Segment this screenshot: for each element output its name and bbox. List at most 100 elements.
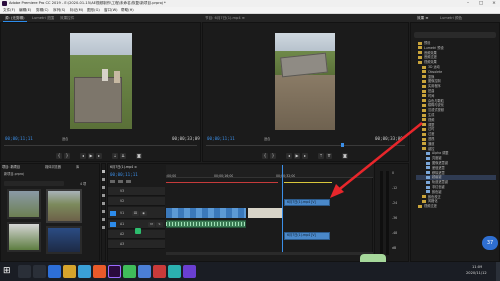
folder-icon: [418, 55, 422, 59]
timeline-playhead[interactable]: [282, 165, 283, 255]
type-tool-icon[interactable]: [102, 226, 105, 229]
project-name: 新项目.prproj: [4, 172, 25, 176]
close-button[interactable]: ×: [488, 0, 500, 7]
menu-help[interactable]: 帮助(H): [121, 8, 134, 13]
app-icon[interactable]: [78, 265, 91, 278]
source-video-frame[interactable]: [70, 33, 132, 129]
project-thumbnail[interactable]: [7, 189, 41, 219]
show-desktop-button[interactable]: [496, 262, 500, 281]
linked-selection-icon[interactable]: [118, 180, 123, 183]
effect-item-label: 调整: [428, 122, 435, 127]
effect-item-label: 差值遮罩: [432, 165, 445, 170]
slip-tool-icon[interactable]: [102, 202, 105, 205]
folder-icon: [422, 199, 426, 203]
file-explorer-icon[interactable]: [63, 265, 76, 278]
tab-program-monitor[interactable]: 节目: 6月7日(1).mp4 ≡: [203, 14, 247, 22]
project-thumbnail[interactable]: [7, 222, 41, 252]
tab-libraries[interactable]: 库: [76, 165, 79, 169]
app-icon[interactable]: [183, 265, 196, 278]
effect-item-label: 移除遮罩: [432, 170, 445, 175]
windows-start-icon[interactable]: ⊞: [3, 265, 16, 278]
source-fit-select[interactable]: 适合: [62, 137, 68, 141]
program-video-frame[interactable]: [275, 33, 335, 130]
snap-icon[interactable]: [110, 180, 115, 183]
tab-media-browser[interactable]: 媒体浏览器: [45, 165, 61, 169]
tab-lumetri-scopes[interactable]: Lumetri 范围: [30, 14, 56, 22]
step-back-button[interactable]: ◂: [80, 153, 86, 159]
step-forward-button[interactable]: ▸: [96, 153, 102, 159]
menu-clip[interactable]: 剪辑(C): [36, 8, 49, 13]
maximize-button[interactable]: □: [475, 0, 487, 7]
tab-lumetri-color[interactable]: Lumetri 颜色: [438, 14, 464, 22]
insert-button[interactable]: ⇣: [112, 153, 118, 159]
hand-tool-icon[interactable]: [102, 218, 105, 221]
effect-item-label: 非红色键: [432, 185, 445, 189]
tab-effects[interactable]: 效果 ≡: [415, 14, 430, 22]
lift-button[interactable]: ⇡: [318, 153, 324, 159]
project-thumbnail-selected[interactable]: [46, 189, 82, 223]
track-header-a3: [108, 240, 165, 249]
task-view-icon[interactable]: [33, 265, 46, 278]
menu-graphics[interactable]: 图形(G): [87, 8, 100, 13]
mute-button[interactable]: M: [148, 222, 155, 227]
app-icon[interactable]: [168, 265, 181, 278]
overwrite-button[interactable]: ⇊: [120, 153, 126, 159]
pen-tool-icon[interactable]: [102, 210, 105, 213]
tab-effect-controls[interactable]: 效果控件: [58, 14, 76, 22]
source-patch-v1[interactable]: [110, 211, 116, 216]
menu-window[interactable]: 窗口(W): [104, 8, 118, 13]
mark-in-button[interactable]: {: [262, 153, 268, 159]
ripple-edit-tool-icon[interactable]: [102, 186, 105, 189]
add-marker-icon[interactable]: [126, 180, 131, 183]
timeline-scrollbar[interactable]: [166, 252, 373, 255]
effect-item-label: 图像遮罩键: [432, 161, 448, 165]
menu-file[interactable]: 文件(F): [3, 8, 15, 13]
source-patch-a1[interactable]: [110, 222, 116, 227]
video-clip-light[interactable]: [248, 208, 282, 218]
app-icon[interactable]: [153, 265, 166, 278]
clock-time[interactable]: 11:09: [472, 265, 482, 269]
step-forward-button[interactable]: ▸: [302, 153, 308, 159]
app-icon[interactable]: [93, 265, 106, 278]
menu-sequence[interactable]: 序列(S): [53, 8, 65, 13]
play-button[interactable]: ▶: [294, 153, 300, 159]
solo-button[interactable]: S: [156, 222, 163, 227]
app-icon[interactable]: [138, 265, 151, 278]
menu-marker[interactable]: 标记(M): [70, 8, 83, 13]
search-icon[interactable]: [18, 265, 31, 278]
folder-icon: [422, 75, 426, 79]
toggle-output-button[interactable]: ◉: [140, 211, 147, 216]
export-frame-button[interactable]: ◙: [136, 153, 142, 159]
step-back-button[interactable]: ◂: [286, 153, 292, 159]
project-thumbnail[interactable]: [46, 226, 82, 254]
work-area-bar[interactable]: [166, 182, 278, 183]
effect-item-label: 视频效果: [424, 60, 437, 65]
minimize-button[interactable]: –: [462, 0, 474, 7]
razor-tool-icon[interactable]: [102, 194, 105, 197]
source-scrubber[interactable]: [4, 145, 197, 146]
toggle-sync-lock-button[interactable]: ⌧: [132, 211, 139, 216]
timeline-timecode: 00;00;11;11: [110, 172, 138, 177]
premiere-taskbar-icon[interactable]: [108, 265, 121, 278]
play-button[interactable]: ▶: [88, 153, 94, 159]
mark-in-button[interactable]: {: [56, 153, 62, 159]
track-select-tool-icon[interactable]: [102, 178, 105, 181]
ruler-label: 00;00;32;00: [276, 174, 296, 178]
effect-item[interactable]: 视频过渡: [416, 204, 496, 209]
wechat-icon[interactable]: [123, 265, 136, 278]
menu-edit[interactable]: 编辑(E): [19, 8, 31, 13]
browser-icon[interactable]: [48, 265, 61, 278]
track-mute-toggle[interactable]: [135, 228, 141, 234]
track-label: V3: [120, 189, 125, 193]
selection-tool-icon[interactable]: [102, 170, 105, 173]
folder-icon: [422, 113, 426, 117]
floating-badge[interactable]: 37: [482, 236, 498, 250]
program-fit-select[interactable]: 适合: [264, 137, 270, 141]
effects-search-input[interactable]: [414, 32, 496, 38]
mark-out-button[interactable]: }: [270, 153, 276, 159]
tab-timeline-sequence[interactable]: 6月7日(1).mp4 ≡: [110, 165, 137, 169]
clock-date[interactable]: 2020/11/12: [466, 271, 487, 275]
mark-out-button[interactable]: }: [64, 153, 70, 159]
tab-project[interactable]: 项目: 新项目: [2, 165, 20, 169]
project-search-input[interactable]: [4, 181, 64, 186]
